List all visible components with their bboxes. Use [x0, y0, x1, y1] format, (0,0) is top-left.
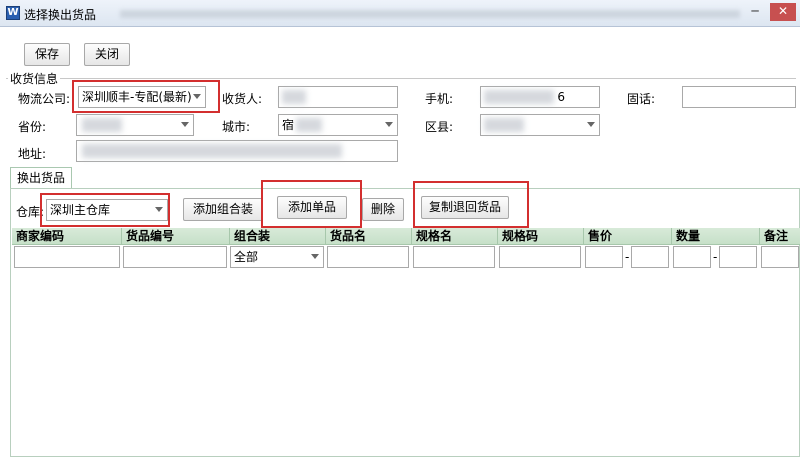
- column-header[interactable]: 规格码: [498, 228, 584, 245]
- filter-combo-value: 全部: [234, 250, 259, 264]
- city-value: 宿: [282, 118, 295, 132]
- minimize-button[interactable]: ─: [742, 3, 768, 21]
- city-label: 城市:: [222, 120, 251, 134]
- filter-combo-select[interactable]: 全部: [230, 246, 324, 268]
- redacted-province: [82, 118, 122, 132]
- column-header[interactable]: 货品编号: [122, 228, 230, 245]
- redacted-district: [484, 118, 524, 132]
- province-label: 省份:: [18, 120, 47, 134]
- filter-merchant-code[interactable]: [14, 246, 120, 268]
- filter-spec-code[interactable]: [499, 246, 581, 268]
- chevron-down-icon: [385, 122, 393, 127]
- delete-button[interactable]: 删除: [362, 198, 404, 221]
- highlight-box-add-single: [261, 180, 362, 228]
- qty-range-separator: -: [713, 250, 718, 264]
- filter-spec-name[interactable]: [413, 246, 495, 268]
- grid-header: 商家编码 货品编号 组合装 货品名 规格名 规格码 售价 数量 备注: [12, 228, 800, 245]
- mobile-value: 6: [557, 90, 565, 104]
- column-header[interactable]: 规格名: [412, 228, 498, 245]
- phone-label: 固话:: [627, 92, 656, 106]
- address-label: 地址:: [18, 147, 47, 161]
- mobile-label: 手机:: [425, 92, 454, 106]
- filter-goods-name[interactable]: [327, 246, 409, 268]
- column-header[interactable]: 商家编码: [12, 228, 122, 245]
- filter-goods-no[interactable]: [123, 246, 227, 268]
- receiver-label: 收货人:: [222, 92, 263, 106]
- price-range-separator: -: [625, 250, 630, 264]
- close-window-button[interactable]: ✕: [770, 3, 796, 21]
- receiving-legend: 收货信息: [8, 70, 61, 87]
- logistics-label: 物流公司:: [18, 92, 71, 106]
- redacted-address: [82, 144, 342, 158]
- column-header[interactable]: 货品名: [326, 228, 412, 245]
- add-combo-button[interactable]: 添加组合装: [183, 198, 263, 221]
- chevron-down-icon: [311, 254, 319, 259]
- grid-body: [12, 270, 798, 456]
- filter-remark[interactable]: [761, 246, 799, 268]
- chevron-down-icon: [181, 122, 189, 127]
- app-icon: W: [6, 6, 20, 20]
- highlight-box-copy-return: [413, 181, 529, 228]
- save-button[interactable]: 保存: [24, 43, 70, 66]
- filter-qty-min[interactable]: [673, 246, 711, 268]
- filter-qty-max[interactable]: [719, 246, 757, 268]
- phone-input[interactable]: [682, 86, 796, 108]
- column-header[interactable]: 组合装: [230, 228, 326, 245]
- highlight-box-warehouse: [40, 193, 170, 227]
- column-header[interactable]: 备注: [760, 228, 800, 245]
- column-header[interactable]: 数量: [672, 228, 760, 245]
- close-button[interactable]: 关闭: [84, 43, 130, 66]
- filter-price-max[interactable]: [631, 246, 669, 268]
- highlight-box-logistics: [72, 80, 220, 113]
- tab-exchange-goods[interactable]: 换出货品: [10, 167, 73, 189]
- redacted-receiver: [282, 90, 306, 104]
- blurred-title-info: [120, 10, 740, 18]
- redacted-mobile: [484, 90, 554, 104]
- window-title: 选择换出货品: [24, 8, 97, 22]
- district-label: 区县:: [425, 120, 454, 134]
- filter-price-min[interactable]: [585, 246, 623, 268]
- column-header[interactable]: 售价: [584, 228, 672, 245]
- redacted-city: [296, 118, 322, 132]
- chevron-down-icon: [587, 122, 595, 127]
- title-bar: W 选择换出货品 ─ ✕: [0, 0, 800, 27]
